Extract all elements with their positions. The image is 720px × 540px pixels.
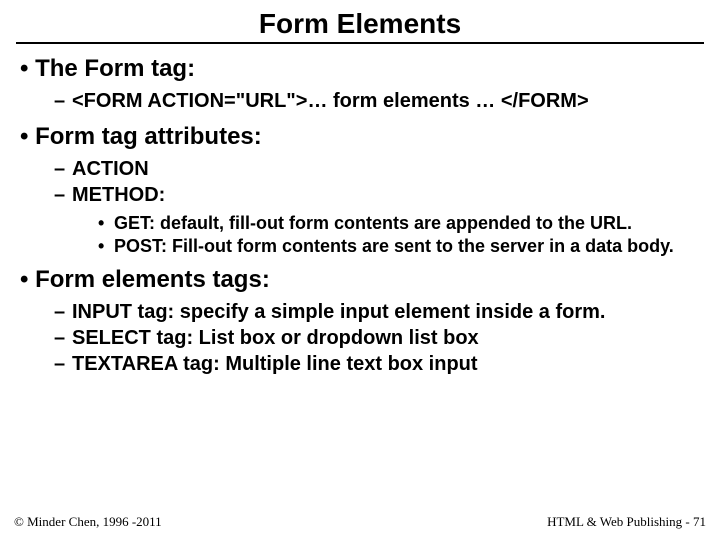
footer-copyright: © Minder Chen, 1996 -2011	[14, 514, 162, 530]
title-rule	[16, 42, 704, 44]
sub-select-tag: SELECT tag: List box or dropdown list bo…	[54, 325, 706, 351]
sub-input-tag: INPUT tag: specify a simple input elemen…	[54, 299, 706, 325]
slide-content: The Form tag: <FORM ACTION="URL">… form …	[14, 54, 706, 377]
sub2-get: GET: default, fill-out form contents are…	[98, 212, 706, 235]
footer-page: HTML & Web Publishing - 71	[547, 514, 706, 530]
sub-textarea-tag: TEXTAREA tag: Multiple line text box inp…	[54, 351, 706, 377]
sub-form-tag-syntax: <FORM ACTION="URL">… form elements … </F…	[54, 88, 706, 114]
sub-action: ACTION	[54, 156, 706, 182]
slide-title: Form Elements	[14, 8, 706, 42]
bullet-form-elem-tags: Form elements tags:	[20, 266, 270, 293]
sub-method-label: METHOD:	[72, 184, 165, 206]
sub2-post: POST: Fill-out form contents are sent to…	[98, 235, 706, 258]
bullet-form-tag: The Form tag:	[20, 55, 195, 82]
slide-footer: © Minder Chen, 1996 -2011 HTML & Web Pub…	[14, 514, 706, 530]
bullet-form-attrs: Form tag attributes:	[20, 123, 262, 150]
sub-method: METHOD: GET: default, fill-out form cont…	[54, 182, 706, 257]
